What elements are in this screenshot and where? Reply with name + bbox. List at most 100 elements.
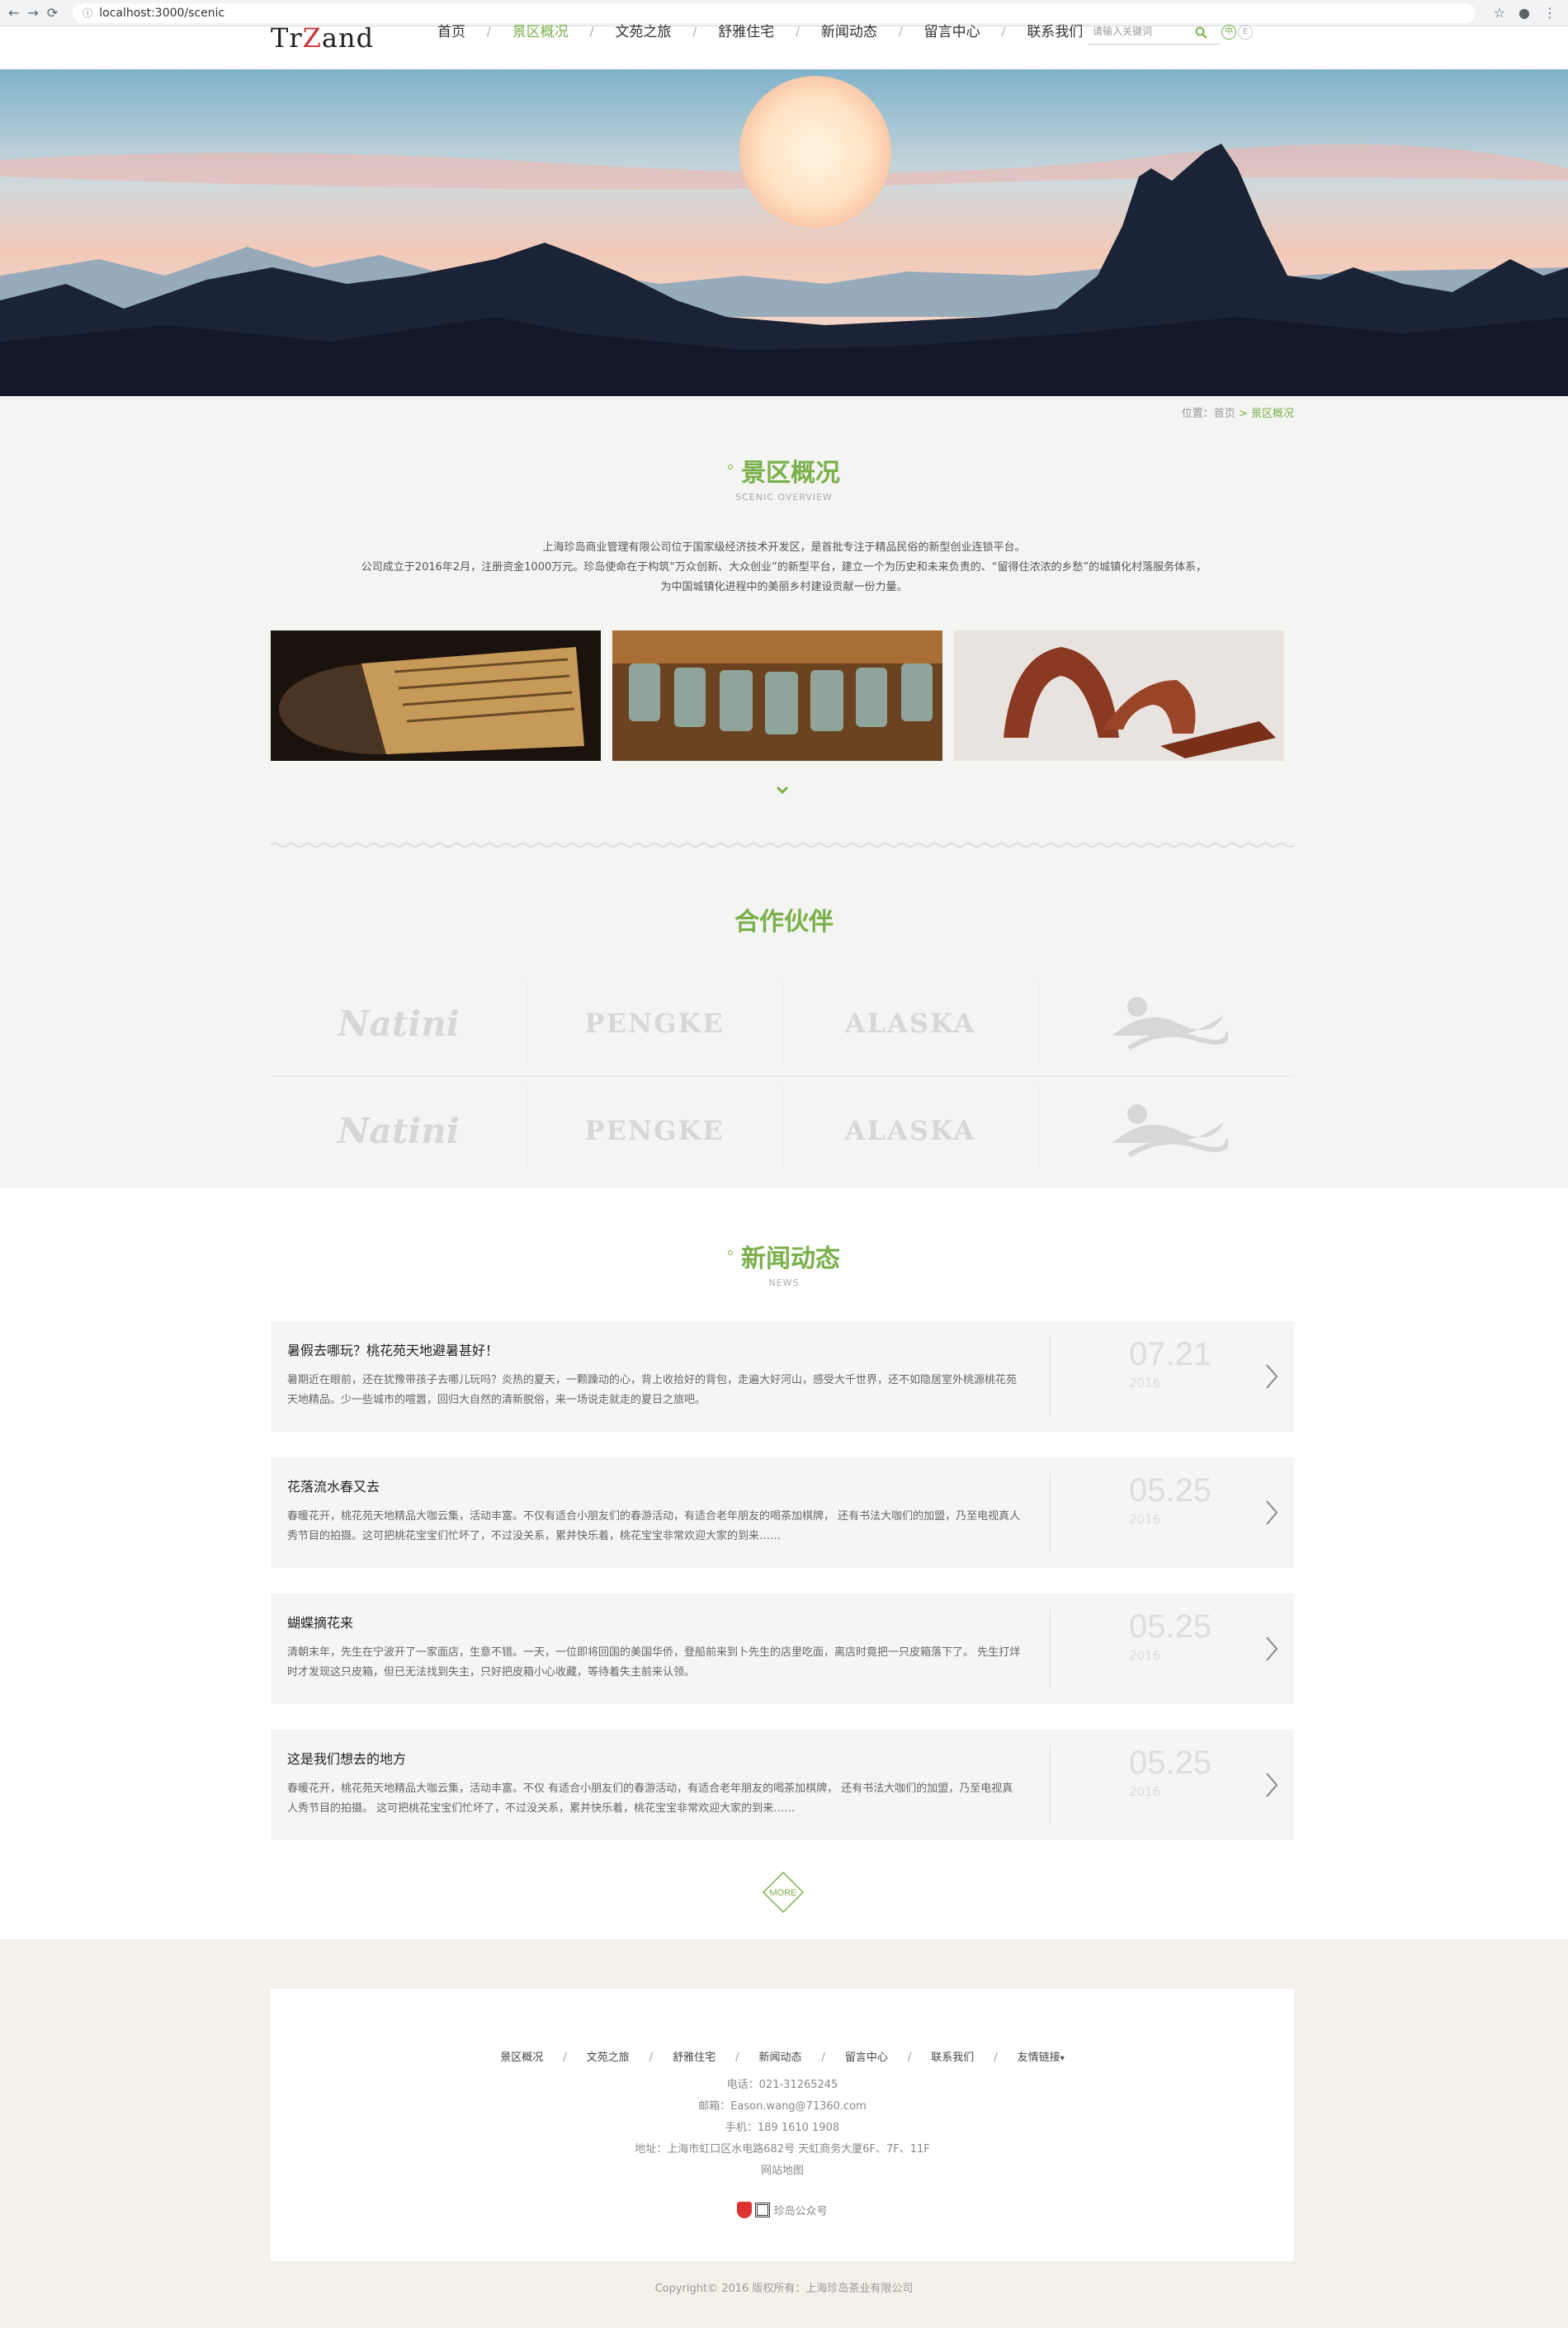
footer-nav-link[interactable]: 新闻动态 — [758, 2052, 801, 2064]
partner-logo[interactable]: PENGKE — [527, 974, 782, 1073]
news-summary: 清朝末年，先生在宁波开了一家面店，生意不错。一天，一位即将回国的美国华侨，登船前… — [287, 1646, 1021, 1679]
overview-heading: 景区概况 SCENIC OVERVIEW — [0, 452, 1568, 503]
chevron-right-icon[interactable] — [1264, 1362, 1279, 1391]
news-title[interactable]: 蝴蝶摘花来 — [287, 1612, 353, 1631]
mobile-text: 手机：189 1610 1908 — [725, 2122, 840, 2134]
account-icon[interactable]: ● — [1518, 5, 1530, 21]
search-icon[interactable] — [1195, 26, 1208, 40]
menu-item[interactable]: 文苑之旅 — [615, 26, 671, 40]
menu-separator: / — [487, 26, 491, 39]
partner-logo[interactable]: ALASKA — [782, 974, 1038, 1073]
qr-code-icon[interactable] — [755, 2203, 771, 2217]
news-summary: 春暖花开，桃花苑天地精品大咖云集，活动丰富。不仅有适合小朋友们的春游活动，有适合… — [287, 1510, 1021, 1542]
news-title[interactable]: 暑假去哪玩？桃花苑天地避暑甚好！ — [287, 1339, 498, 1359]
news-summary: 春暖花开，桃花苑天地精品大咖云集，活动丰富。不仅 有适合小朋友们的春游活动，有适… — [287, 1783, 1013, 1815]
site-footer: 景区概况 / 文苑之旅 / 舒雅住宅 / 新闻动态 / 留言中心 / 联系我们 / 友情链接▾ 电话：0… — [0, 1939, 1568, 2328]
footer-separator: / — [821, 2052, 825, 2064]
chevron-right-icon[interactable] — [1264, 1771, 1279, 1799]
forward-icon[interactable]: → — [27, 5, 38, 21]
wave-logo-icon — [1112, 1104, 1228, 1158]
url-text: localhost:3000/scenic — [99, 6, 225, 20]
news-summary: 暑期近在眼前，还在犹豫带孩子去哪儿玩吗？炎热的夏天，一颗躁动的心，背上收拾好的背… — [287, 1374, 1018, 1406]
footer-nav-link[interactable]: 联系我们 — [931, 2052, 974, 2064]
footer-nav: 景区概况 / 文苑之旅 / 舒雅住宅 / 新闻动态 / 留言中心 / 联系我们 / 友情链接▾ — [271, 2048, 1294, 2064]
lang-cn-button[interactable]: 中 — [1221, 25, 1236, 40]
intro-text: 上海珍岛商业管理有限公司位于国家级经济技术开发区，是首批专注于精品民俗的新型创业… — [361, 541, 1207, 593]
shield-icon[interactable] — [737, 2202, 753, 2218]
lang-en-button[interactable]: E — [1238, 25, 1253, 40]
wechat-label: 珍岛公众号 — [773, 2205, 828, 2218]
footer-badges: 珍岛公众号 — [271, 2202, 1294, 2218]
hero-banner — [0, 69, 1568, 396]
news-item[interactable]: 暑假去哪玩？桃花苑天地避暑甚好！ 暑期近在眼前，还在犹豫带孩子去哪儿玩吗？炎热的夏… — [271, 1321, 1294, 1432]
sitemap-link[interactable]: 网站地图 — [271, 2160, 1294, 2182]
divider — [1050, 1336, 1051, 1417]
news-item[interactable]: 这是我们想去的地方春暖花开，桃花苑天地精品大咖云集，活动丰富。不仅 有适合小朋友… — [271, 1730, 1294, 1840]
footer-separator: / — [735, 2052, 739, 2064]
star-icon[interactable]: ☆ — [1494, 5, 1505, 21]
news-year: 2016 — [1129, 1376, 1161, 1391]
section-subtitle: SCENIC OVERVIEW — [735, 492, 833, 503]
language-switch: 中 E — [1221, 25, 1253, 40]
svg-text:MORE: MORE — [770, 1888, 797, 1898]
partner-logo-grid: Natini PENGKE ALASKA Natini PENGKE ALASKA — [271, 974, 1294, 1172]
email-text: 邮箱：Eason.wang@71360.com — [698, 2100, 867, 2113]
news-item[interactable]: 花落流水春又去春暖花开，桃花苑天地精品大咖云集，活动丰富。不仅有适合小朋友们的春… — [271, 1457, 1294, 1568]
more-button[interactable]: MORE — [762, 1871, 805, 1914]
chevron-right-icon[interactable] — [1264, 1499, 1279, 1527]
news-title[interactable]: 花落流水春又去 — [287, 1476, 380, 1495]
footer-box: 景区概况 / 文苑之旅 / 舒雅住宅 / 新闻动态 / 留言中心 / 联系我们 / 友情链接▾ 电话：0… — [271, 1989, 1294, 2261]
dropdown-arrow-icon[interactable]: ▾ — [1060, 2054, 1065, 2063]
photo-wood-carving[interactable] — [954, 630, 1284, 761]
browser-toolbar: ← → ⟳ ⓘ localhost:3000/scenic ☆ ● ⋮ — [0, 0, 1568, 26]
menu-item[interactable]: 舒雅住宅 — [718, 26, 774, 40]
menu-item[interactable]: 留言中心 — [924, 26, 980, 40]
partner-logo[interactable]: Natini — [271, 1081, 527, 1180]
photo-bronze-bells[interactable] — [612, 630, 942, 761]
address-bar[interactable]: ⓘ localhost:3000/scenic — [73, 2, 1476, 23]
news-title[interactable]: 这是我们想去的地方 — [287, 1748, 406, 1768]
menu-icon[interactable]: ⋮ — [1543, 5, 1556, 21]
logo-mark-icon: Z — [302, 26, 322, 51]
wave-logo-icon — [1112, 997, 1228, 1051]
footer-nav-link[interactable]: 友情链接 — [1018, 2052, 1060, 2064]
partner-logo[interactable]: ALASKA — [782, 1081, 1038, 1180]
divider — [1050, 1472, 1051, 1553]
menu-separator: / — [589, 26, 594, 39]
breadcrumb: 位置：首页 > 景区概况 — [1181, 408, 1294, 420]
menu-item[interactable]: 首页 — [437, 26, 465, 40]
wave-divider — [271, 843, 1294, 848]
footer-nav-link[interactable]: 舒雅住宅 — [673, 2052, 716, 2064]
news-year: 2016 — [1129, 1648, 1161, 1663]
main-menu: 首页 / 景区概况 / 文苑之旅 / 舒雅住宅 / 新闻动态 / 留言中心 / 联系我们 — [437, 26, 1083, 40]
reload-icon[interactable]: ⟳ — [47, 5, 58, 21]
menu-item[interactable]: 景区概况 — [512, 26, 569, 40]
info-icon: ⓘ — [83, 7, 93, 19]
footer-nav-link[interactable]: 景区概况 — [500, 2052, 543, 2064]
menu-separator: / — [1001, 26, 1006, 39]
news-heading: 新闻动态 NEWS — [0, 1238, 1568, 1288]
menu-item[interactable]: 联系我们 — [1027, 26, 1083, 40]
footer-nav-link[interactable]: 文苑之旅 — [587, 2052, 630, 2064]
partner-logo[interactable] — [1038, 974, 1294, 1073]
breadcrumb-home-link[interactable]: 首页 — [1214, 408, 1235, 420]
chevron-right-icon[interactable] — [1264, 1635, 1279, 1663]
menu-separator: / — [796, 26, 800, 39]
browser-nav: ← → ⟳ — [8, 5, 58, 21]
footer-separator: / — [563, 2052, 567, 2064]
news-item[interactable]: 蝴蝶摘花来清朝末年，先生在宁波开了一家面店，生意不错。一天，一位即将回国的美国华… — [271, 1594, 1294, 1704]
photo-scroll-pouch[interactable] — [271, 630, 601, 761]
mountain-sunset-image — [0, 69, 1568, 396]
menu-item[interactable]: 新闻动态 — [821, 26, 877, 40]
section-title: 新闻动态 — [741, 1244, 840, 1273]
back-icon[interactable]: ← — [8, 5, 19, 21]
footer-separator: / — [649, 2052, 654, 2064]
divider — [1050, 1745, 1051, 1825]
divider — [1050, 1608, 1051, 1689]
partner-logo[interactable]: Natini — [271, 974, 527, 1073]
partner-logo[interactable] — [1038, 1081, 1294, 1180]
footer-nav-link[interactable]: 留言中心 — [845, 2052, 888, 2064]
partner-logo[interactable]: PENGKE — [527, 1081, 782, 1180]
site-logo[interactable]: TrZand — [271, 26, 374, 51]
chevron-down-icon[interactable] — [774, 782, 791, 799]
